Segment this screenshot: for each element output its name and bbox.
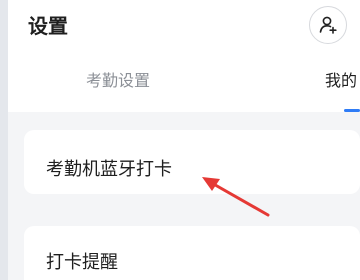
active-tab-indicator <box>344 109 360 112</box>
tab-mine[interactable]: 我的 <box>325 67 357 91</box>
setting-item-punch-reminder[interactable]: 打卡提醒 <box>24 226 360 280</box>
setting-item-label: 考勤机蓝牙打卡 <box>46 159 172 180</box>
add-person-button[interactable] <box>309 6 347 44</box>
left-edge-shadow <box>0 0 8 280</box>
red-arrow-icon <box>202 177 270 217</box>
add-person-icon <box>319 16 337 34</box>
tab-attendance-settings[interactable]: 考勤设置 <box>86 67 150 91</box>
setting-item-label: 打卡提醒 <box>46 252 118 273</box>
setting-item-bluetooth-punch[interactable]: 考勤机蓝牙打卡 <box>24 130 360 194</box>
page-title: 设置 <box>28 14 68 38</box>
